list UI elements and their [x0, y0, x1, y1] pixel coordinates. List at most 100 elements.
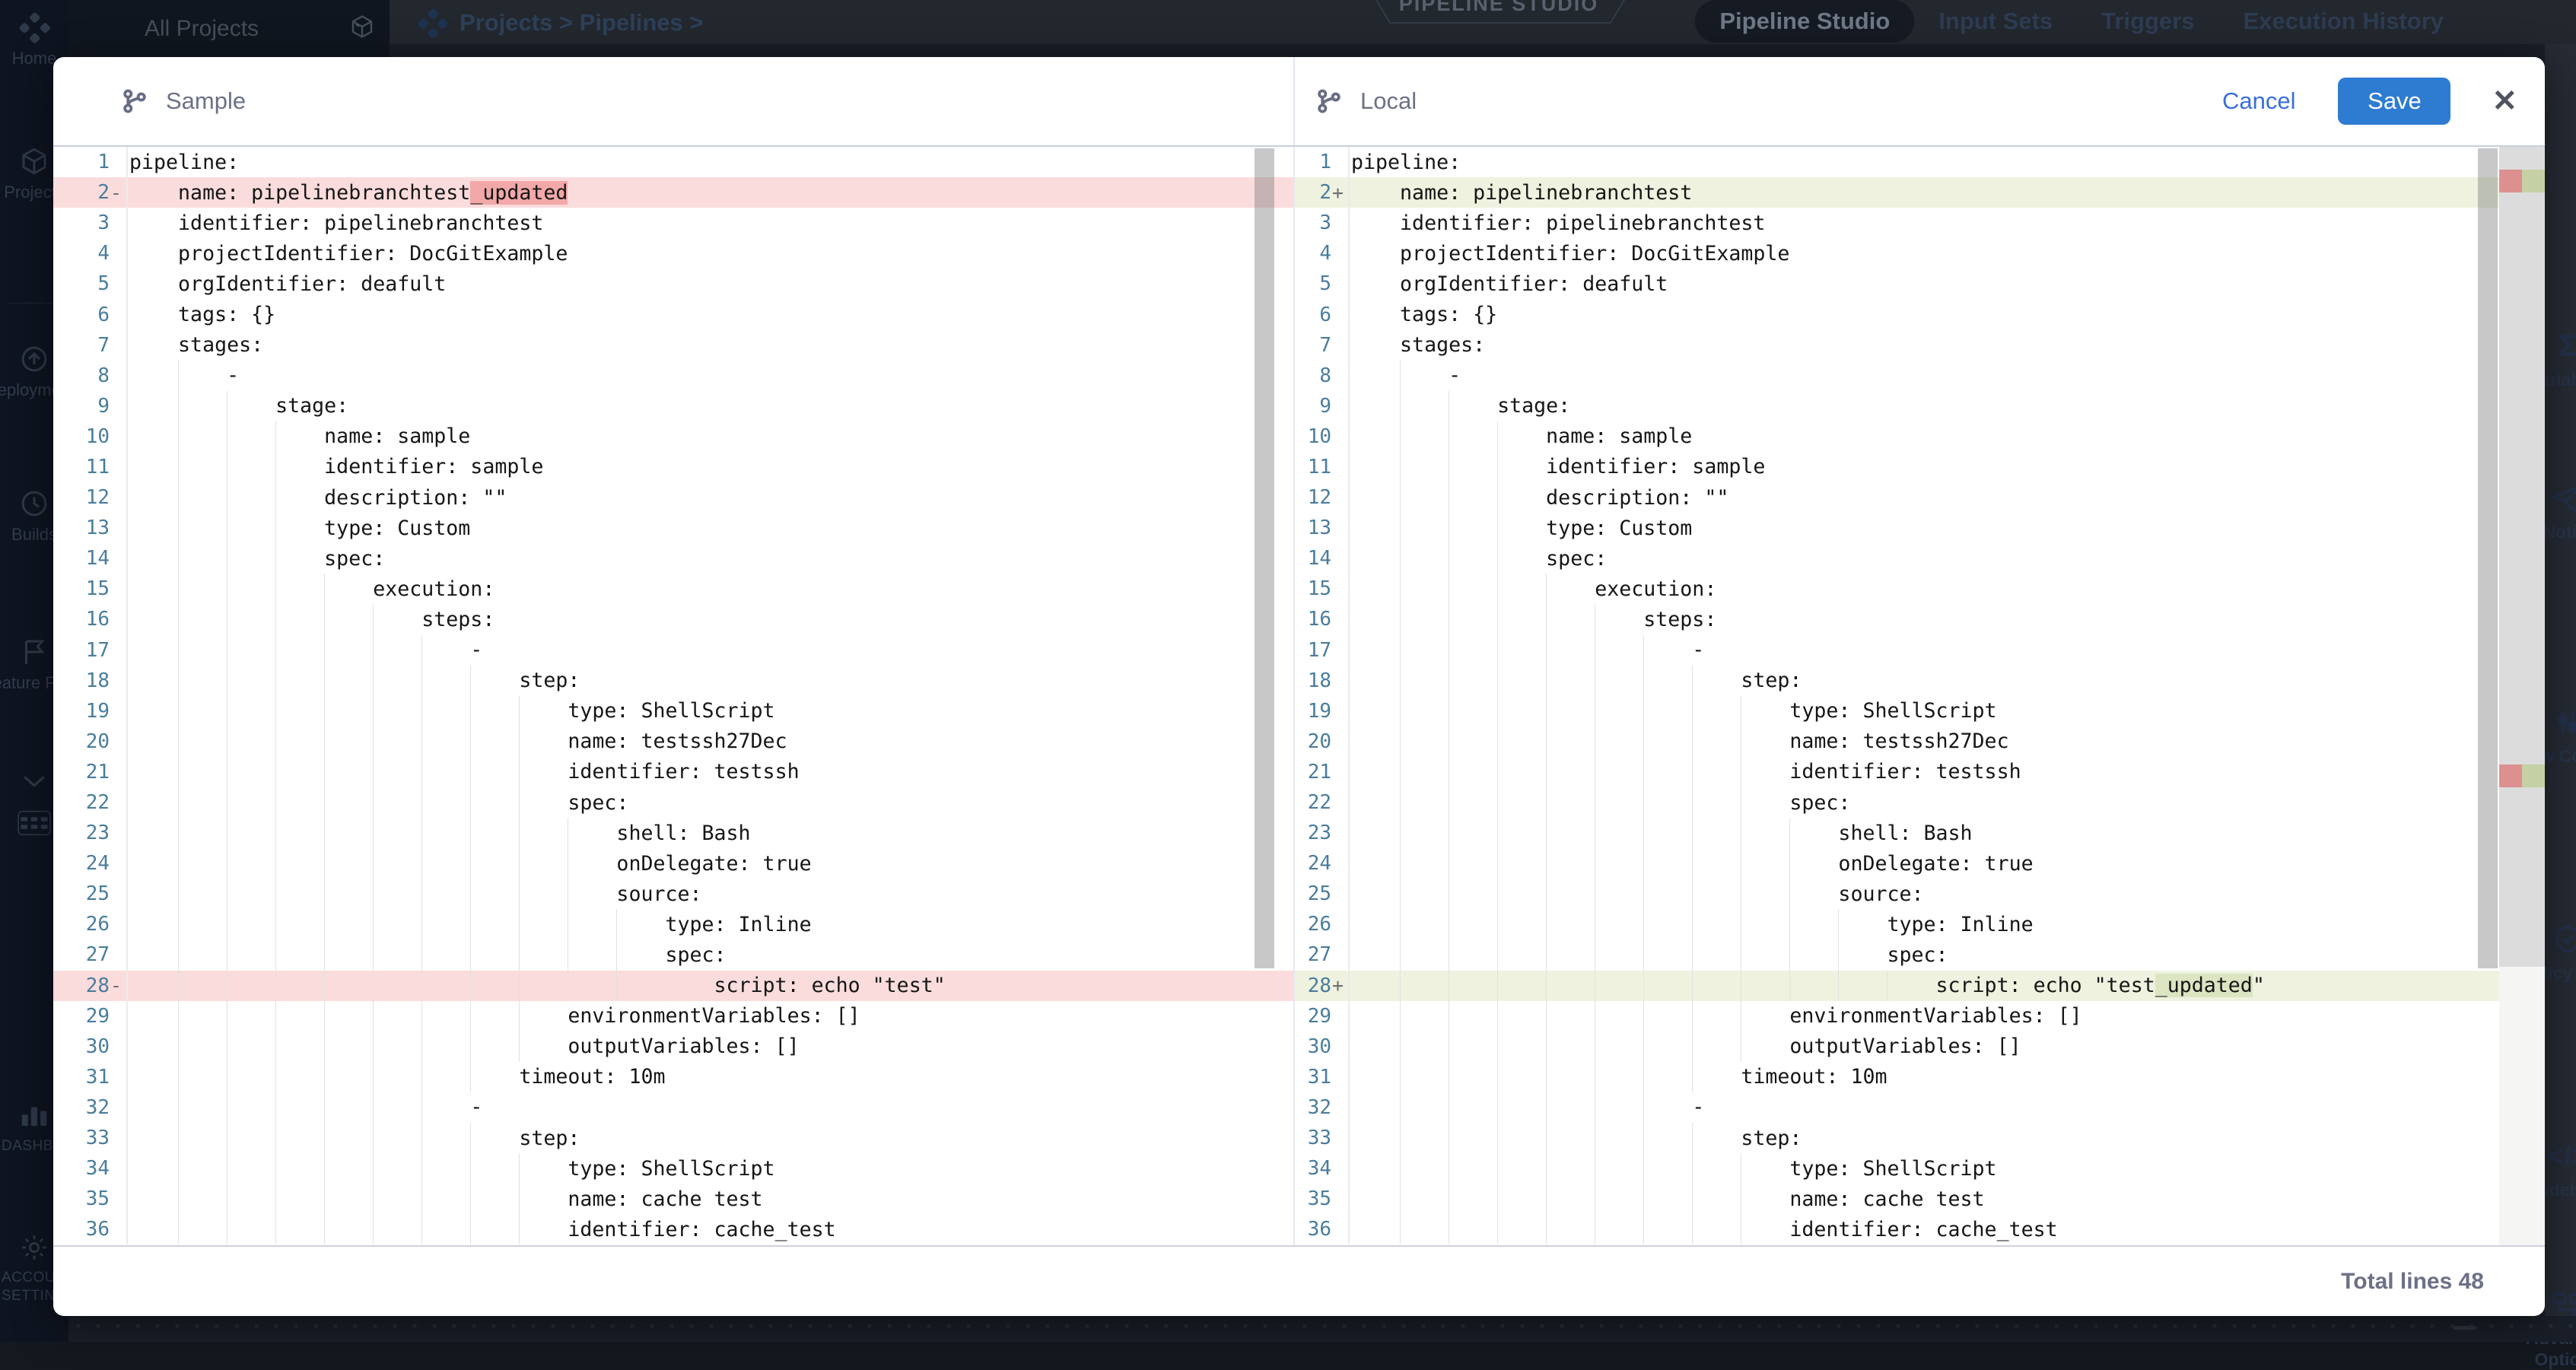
indent-guide [1497, 1123, 1498, 1153]
line-number: 19 [1295, 700, 1331, 723]
right-pane-title: Local [1360, 87, 1417, 115]
code-line: 27 spec: [1295, 939, 2545, 970]
code-text: identifier: cache_test [128, 1214, 1293, 1244]
indent-guide [373, 971, 374, 1001]
indent-guide [470, 787, 471, 818]
tab-execution-history[interactable]: Execution History [2218, 0, 2468, 43]
code-text: shell: Bash [1350, 818, 2545, 848]
indent-guide [1497, 513, 1498, 543]
indent-guide [1692, 726, 1693, 757]
indent-guide [1400, 696, 1401, 726]
indent-guide [275, 848, 276, 879]
save-button[interactable]: Save [2338, 78, 2450, 125]
diff-pane-modified[interactable]: 1pipeline:2+ name: pipelinebranchtest3 i… [1295, 147, 2545, 1245]
modal-footer: Total lines 48 [53, 1245, 2545, 1316]
code-line: 1pipeline: [53, 147, 1293, 177]
indent-guide [470, 757, 471, 787]
code-text: step: [128, 666, 1293, 696]
code-line: 25 source: [1295, 879, 2545, 909]
line-number: 33 [1295, 1127, 1331, 1149]
code-line: 19 type: ShellScript [1295, 696, 2545, 726]
indent-guide [1643, 1092, 1644, 1123]
code-line: 31 timeout: 10m [53, 1062, 1293, 1092]
indent-guide [1546, 1092, 1547, 1123]
indent-guide [1546, 574, 1547, 604]
indent-guide [470, 848, 471, 879]
line-number: 25 [53, 882, 110, 905]
line-number-gutter: 5 [1295, 269, 1350, 299]
tab-triggers[interactable]: Triggers [2077, 0, 2218, 43]
code-line: 34 type: ShellScript [1295, 1153, 2545, 1184]
scrollbar-thumb[interactable] [1255, 148, 1274, 968]
indent-guide [1838, 909, 1839, 939]
indent-guide [1497, 1062, 1498, 1092]
diff-pane-original[interactable]: 1pipeline:2- name: pipelinebranchtest_up… [53, 147, 1295, 1245]
code-line: 8 - [1295, 361, 2545, 391]
all-projects-label[interactable]: All Projects [145, 16, 259, 42]
cancel-button[interactable]: Cancel [2222, 87, 2296, 115]
code-line: 2- name: pipelinebranchtest_updated [53, 177, 1293, 208]
code-line: 15 execution: [1295, 574, 2545, 604]
indent-guide [1643, 1123, 1644, 1153]
code-text: type: Inline [1350, 909, 2545, 939]
indent-guide [275, 452, 276, 482]
line-number: 4 [1295, 242, 1331, 265]
code-line: 9 stage: [1295, 391, 2545, 421]
indent-guide [519, 939, 520, 970]
code-text: step: [1350, 1123, 2545, 1153]
line-number: 15 [1295, 577, 1331, 600]
indent-guide [1497, 757, 1498, 787]
line-number-gutter: 6 [53, 299, 128, 329]
indent-guide [470, 1062, 471, 1092]
indent-guide [275, 1184, 276, 1214]
paper-plane-icon [2551, 482, 2576, 515]
line-number: 28 [53, 974, 110, 997]
code-text: - [128, 361, 1293, 391]
indent-guide [324, 1031, 325, 1062]
line-number-gutter: 9 [1295, 391, 1350, 421]
code-line: 31 timeout: 10m [1295, 1062, 2545, 1092]
code-text: execution: [128, 574, 1293, 604]
indent-guide [470, 1184, 471, 1214]
indent-guide [1497, 421, 1498, 452]
code-line: 22 spec: [1295, 787, 2545, 818]
indent-guide [1692, 1184, 1693, 1214]
tab-pipeline-studio[interactable]: Pipeline Studio [1695, 0, 1914, 43]
line-number-gutter: 14 [1295, 543, 1350, 574]
code-text: onDelegate: true [128, 848, 1293, 879]
indent-guide [1789, 939, 1790, 970]
code-line: 5 orgIdentifier: deafult [1295, 269, 2545, 299]
line-number-gutter: 29 [1295, 1001, 1350, 1031]
indent-guide [373, 604, 374, 634]
diff-overview-ruler[interactable] [2499, 147, 2545, 1245]
code-line: 12 description: "" [53, 482, 1293, 513]
code-text: stages: [1350, 330, 2545, 361]
code-text: identifier: pipelinebranchtest [128, 208, 1293, 238]
tab-input-sets[interactable]: Input Sets [1914, 0, 2077, 43]
breadcrumb[interactable]: Projects > Pipelines > [417, 8, 704, 38]
indent-guide [324, 1062, 325, 1092]
indent-guide [373, 818, 374, 848]
harness-logo-icon [417, 8, 447, 38]
code-text: identifier: cache_test [1350, 1214, 2545, 1244]
close-icon[interactable]: ✕ [2492, 86, 2517, 116]
breadcrumb-text[interactable]: Projects > Pipelines > [460, 9, 704, 37]
indent-guide [324, 1184, 325, 1214]
indent-guide [178, 1062, 179, 1092]
indent-guide [1497, 635, 1498, 666]
line-number-gutter: 26 [53, 909, 128, 939]
line-number: 18 [53, 669, 110, 692]
line-number-gutter: 4 [53, 238, 128, 269]
indent-guide [1546, 787, 1547, 818]
indent-guide [1643, 696, 1644, 726]
line-number: 30 [53, 1035, 110, 1058]
code-line: 6 tags: {} [53, 299, 1293, 329]
code-text: type: ShellScript [1350, 1153, 2545, 1184]
projects-cube-icon[interactable] [348, 13, 376, 44]
code-line: 21 identifier: testssh [53, 757, 1293, 787]
line-number: 8 [53, 364, 110, 387]
line-number-gutter: 6 [1295, 299, 1350, 329]
scrollbar-thumb[interactable] [2478, 148, 2498, 968]
indent-guide [1546, 1214, 1547, 1244]
indent-guide [1838, 971, 1839, 1001]
